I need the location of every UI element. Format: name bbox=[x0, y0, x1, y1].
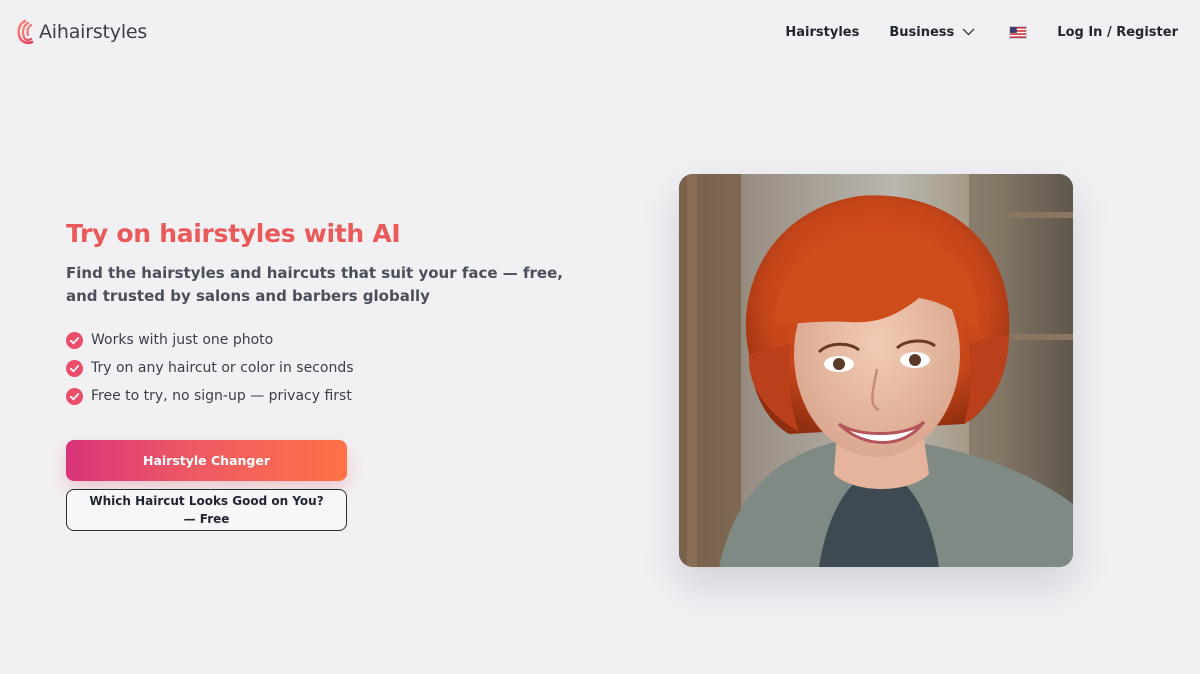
check-circle-icon bbox=[66, 331, 83, 349]
logo-link[interactable]: Aihairstyles bbox=[15, 16, 147, 48]
feature-label: Free to try, no sign-up — privacy first bbox=[91, 388, 352, 404]
haircut-quiz-button[interactable]: Which Haircut Looks Good on You? — Free bbox=[66, 489, 347, 531]
hero-photo bbox=[679, 174, 1073, 567]
feature-label: Try on any haircut or color in seconds bbox=[91, 360, 354, 376]
hero-portrait-image bbox=[679, 174, 1073, 567]
site-header: Aihairstyles Hairstyles Business Log In … bbox=[0, 0, 1200, 64]
hero-subtitle: Find the hairstyles and haircuts that su… bbox=[66, 264, 563, 305]
logo-text: Aihairstyles bbox=[39, 21, 148, 43]
login-register-link[interactable]: Log In / Register bbox=[1057, 25, 1178, 40]
feature-list: Works with just one photo Try on any hai… bbox=[66, 326, 354, 410]
main-nav: Hairstyles Business Log In / Register bbox=[785, 18, 1178, 46]
check-circle-icon bbox=[66, 387, 83, 405]
feature-item: Try on any haircut or color in seconds bbox=[66, 354, 354, 382]
feature-item: Free to try, no sign-up — privacy first bbox=[66, 382, 354, 410]
nav-business-label: Business bbox=[889, 24, 955, 40]
feature-item: Works with just one photo bbox=[66, 326, 354, 354]
logo-mark-icon bbox=[17, 19, 34, 45]
nav-business-dropdown[interactable]: Business bbox=[889, 25, 975, 40]
nav-hairstyles[interactable]: Hairstyles bbox=[785, 25, 859, 40]
hero-title: Try on hairstyles with AI bbox=[66, 219, 401, 248]
chevron-down-icon bbox=[962, 28, 975, 36]
hairstyle-changer-button[interactable]: Hairstyle Changer bbox=[66, 440, 347, 481]
us-flag-icon[interactable] bbox=[1009, 25, 1028, 39]
check-circle-icon bbox=[66, 359, 83, 377]
feature-label: Works with just one photo bbox=[91, 332, 274, 348]
